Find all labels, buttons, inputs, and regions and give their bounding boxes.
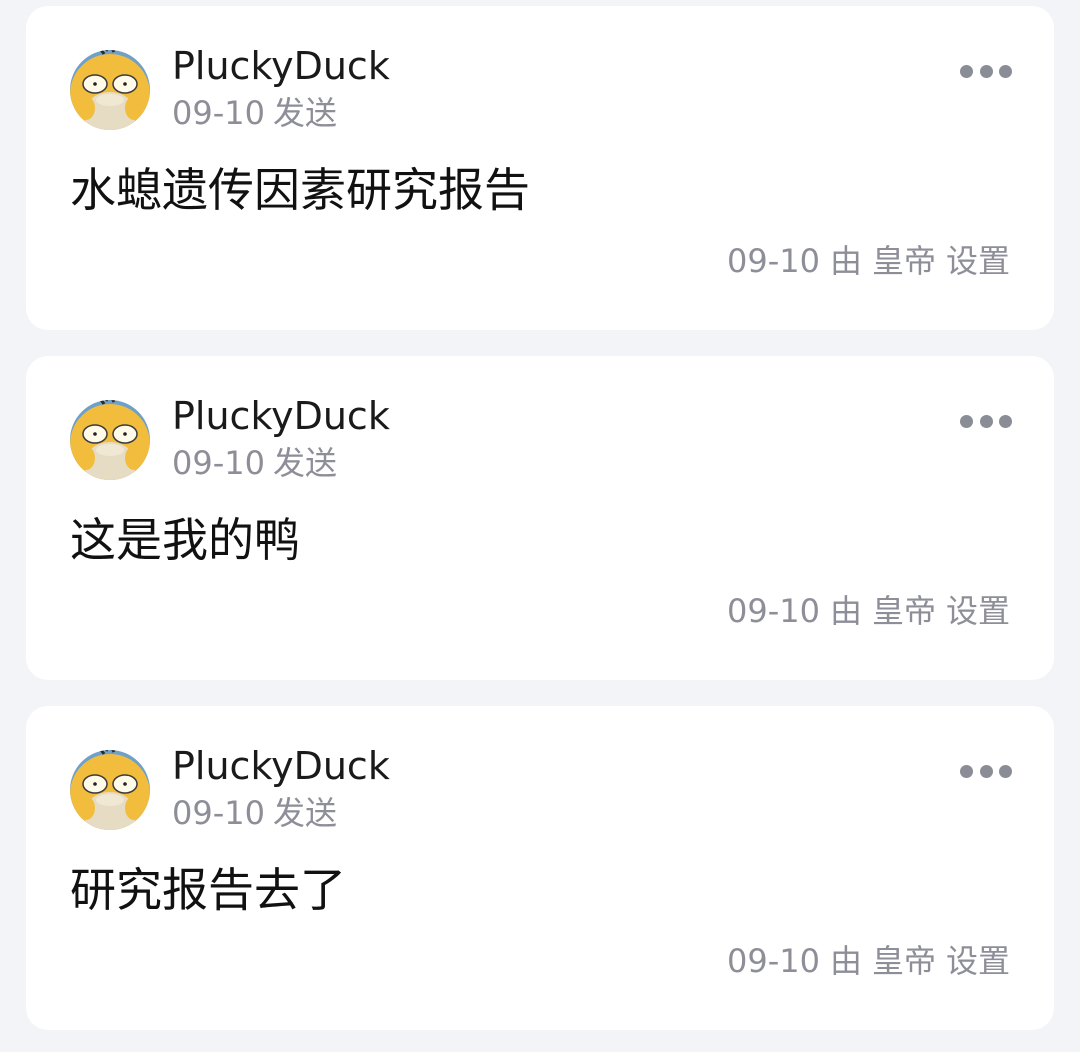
sent-date: 09-10 [172,444,265,482]
sent-label: 发送 [272,794,337,832]
footer-by: 由 [829,942,862,980]
more-horizontal-icon-dot [999,414,1012,428]
more-options-button[interactable] [960,64,1012,78]
footer-action: 设置 [945,242,1010,280]
post-footer: 09-10 由皇帝 设置 [727,592,1010,630]
psyduck-avatar-icon [70,400,150,480]
username[interactable]: PluckyDuck [172,744,390,788]
more-horizontal-icon [960,764,973,778]
sent-info: 09-10 发送 [172,94,337,132]
footer-action: 设置 [945,592,1010,630]
footer-date: 09-10 [726,592,820,630]
psyduck-avatar-icon [70,750,150,830]
more-options-button[interactable] [960,414,1012,428]
username[interactable]: PluckyDuck [172,44,390,88]
sent-date: 09-10 [172,794,265,832]
footer-user: 皇帝 [871,242,936,280]
more-horizontal-icon [960,64,973,78]
post-card[interactable]: PluckyDuck 09-10 发送 水螅遗传因素研究报告 09-10 由皇帝 设置 [26,6,1054,330]
avatar[interactable] [70,50,150,130]
footer-action: 设置 [945,942,1010,980]
post-card[interactable]: PluckyDuck 09-10 发送 研究报告去了 09-10 由皇帝 设置 [26,706,1054,1030]
footer-user: 皇帝 [871,942,936,980]
sent-info: 09-10 发送 [172,444,337,482]
footer-user: 皇帝 [871,592,936,630]
footer-date: 09-10 [726,242,820,280]
post-footer: 09-10 由皇帝 设置 [727,942,1010,980]
post-content: 水螅遗传因素研究报告 [70,163,530,217]
post-footer: 09-10 由皇帝 设置 [727,242,1010,280]
post-content: 研究报告去了 [70,863,346,917]
more-horizontal-icon-dot [999,764,1012,778]
sent-date: 09-10 [172,94,265,132]
more-horizontal-icon-dot [979,764,993,778]
more-horizontal-icon-dot [979,414,993,428]
psyduck-avatar-icon [70,50,150,130]
more-horizontal-icon [960,414,973,428]
username[interactable]: PluckyDuck [172,394,390,438]
more-horizontal-icon-dot [999,64,1012,78]
post-card[interactable]: PluckyDuck 09-10 发送 这是我的鸭 09-10 由皇帝 设置 [26,356,1054,680]
avatar[interactable] [70,750,150,830]
avatar[interactable] [70,400,150,480]
sent-label: 发送 [272,94,337,132]
sent-info: 09-10 发送 [172,794,337,832]
footer-by: 由 [829,242,862,280]
footer-by: 由 [829,592,862,630]
post-content: 这是我的鸭 [70,513,300,567]
footer-date: 09-10 [726,942,820,980]
more-horizontal-icon-dot [979,64,993,78]
more-options-button[interactable] [960,764,1012,778]
sent-label: 发送 [272,444,337,482]
